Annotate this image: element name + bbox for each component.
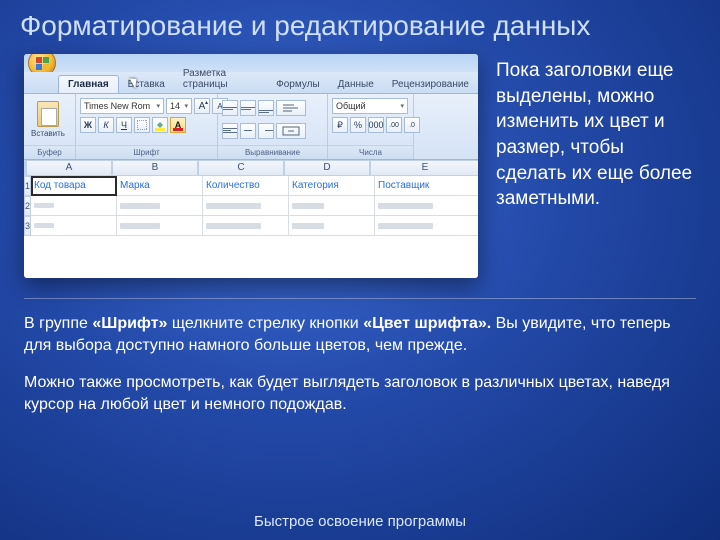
font-name-combo[interactable]: Times New Rom▾ [80,98,164,114]
increase-decimal-button[interactable]: .00 [386,117,402,133]
slide-title: Форматирование и редактирование данных [20,10,590,42]
paste-button[interactable]: Вставить [28,101,68,138]
row-header-1[interactable]: 1 [24,176,31,196]
body-p1-b: «Шрифт» [92,315,167,332]
bold-button[interactable]: Ж [80,117,96,133]
slide-footer: Быстрое освоение программы [0,513,720,530]
font-name-value: Times New Rom [84,101,150,111]
comma-icon: 000 [368,120,383,130]
cell-D3[interactable] [289,216,375,236]
cell-E3[interactable] [375,216,478,236]
group-align-label: Выравнивание [218,145,327,159]
align-middle-button[interactable] [240,100,256,116]
wrap-text-button[interactable] [276,100,306,116]
ribbon-tabs: Главная Вставка Разметка страницы Формул… [24,72,478,94]
cell-C2[interactable] [203,196,289,216]
cell-E2[interactable] [375,196,478,216]
border-icon [137,120,147,130]
cell-B1[interactable]: Марка [117,176,203,196]
cell-C3[interactable] [203,216,289,236]
group-number-label: Числа [328,145,413,159]
paste-label: Вставить [31,129,65,138]
tab-data[interactable]: Данные [329,76,383,93]
col-header-B[interactable]: B [112,160,198,176]
merge-icon [282,126,300,136]
currency-button[interactable]: ₽ [332,117,348,133]
cell-A2[interactable] [31,196,117,216]
align-left-button[interactable] [222,123,238,139]
paste-icon [37,101,59,127]
tab-insert[interactable]: Вставка [119,76,174,93]
body-p1-d: «Цвет шрифта». [363,315,491,332]
cell-B2[interactable] [117,196,203,216]
row-header-2[interactable]: 2 [24,196,31,216]
italic-button[interactable]: К [98,117,114,133]
underline-button[interactable]: Ч [116,117,132,133]
body-p1-a: В группе [24,315,92,332]
align-right-button[interactable] [258,123,274,139]
align-top-button[interactable] [222,100,238,116]
font-color-button[interactable]: A [170,117,186,133]
wrap-icon [282,103,300,113]
font-size-value: 14 [170,101,180,111]
tab-home[interactable]: Главная [58,75,119,93]
comma-button[interactable]: 000 [368,117,384,133]
body-p1-c: щелкните стрелку кнопки [167,315,363,332]
fill-color-button[interactable] [152,117,168,133]
tab-page-layout[interactable]: Разметка страницы [174,65,267,93]
col-header-A[interactable]: A [26,160,112,176]
worksheet[interactable]: A B C D E 1 Код товара Марка Количество … [24,160,478,278]
currency-icon: ₽ [337,120,343,131]
side-caption: Пока заголовки еще выделены, можно измен… [496,54,696,278]
cell-A3[interactable] [31,216,117,236]
col-header-C[interactable]: C [198,160,284,176]
align-center-button[interactable] [240,123,256,139]
body-p2: Можно также просмотреть, как будет выгля… [24,372,696,417]
tab-formulas[interactable]: Формулы [267,76,329,93]
merge-button[interactable] [276,123,306,139]
cell-A1[interactable]: Код товара [31,176,117,196]
cell-D1[interactable]: Категория [289,176,375,196]
percent-button[interactable]: % [350,117,366,133]
row-header-3[interactable]: 3 [24,216,31,236]
group-font-label: Шрифт [76,145,217,159]
ribbon: Вставить Буфер обмена Times New Rom▾ 1 [24,94,478,160]
body-text: В группе «Шрифт» щелкните стрелку кнопки… [24,298,696,417]
excel-screenshot: Главная Вставка Разметка страницы Формул… [24,54,478,278]
align-bottom-button[interactable] [258,100,274,116]
grow-font-button[interactable]: A▴ [194,98,210,114]
cell-E1[interactable]: Поставщик [375,176,478,196]
font-size-combo[interactable]: 14▾ [166,98,192,114]
col-header-E[interactable]: E [370,160,478,176]
cell-C1[interactable]: Количество [203,176,289,196]
number-format-value: Общий [336,101,366,111]
cell-B3[interactable] [117,216,203,236]
border-button[interactable] [134,117,150,133]
number-format-combo[interactable]: Общий▾ [332,98,408,114]
tab-review[interactable]: Рецензирование [383,76,478,93]
col-header-D[interactable]: D [284,160,370,176]
decrease-decimal-button[interactable]: .0 [404,117,420,133]
percent-icon: % [354,120,362,130]
cell-D2[interactable] [289,196,375,216]
group-clipboard-label: Буфер обмена [24,145,75,159]
